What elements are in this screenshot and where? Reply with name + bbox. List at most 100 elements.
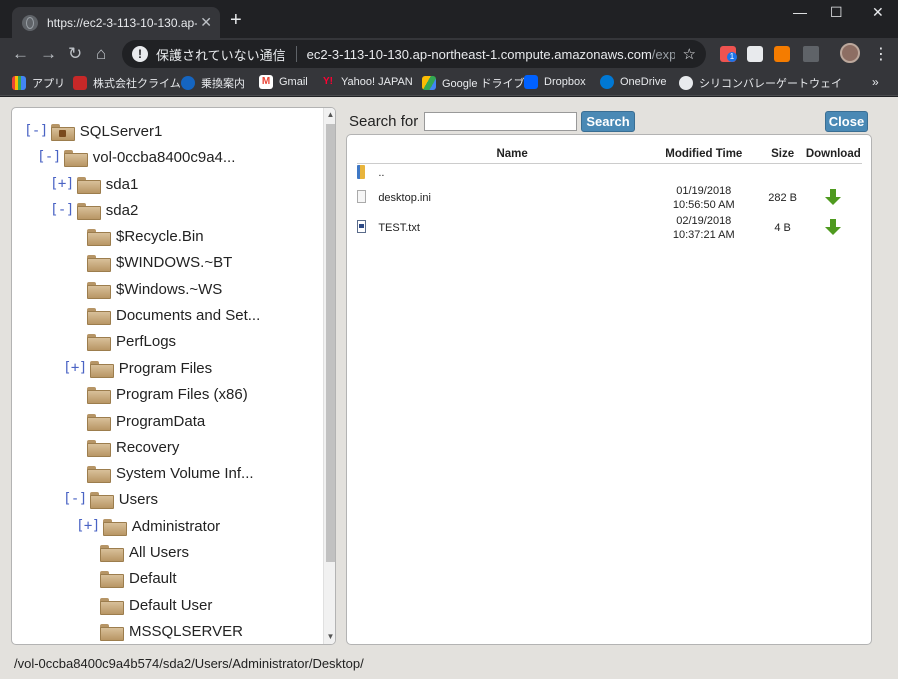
tree-node-label[interactable]: Users (119, 491, 158, 508)
download-arrow-icon[interactable] (825, 218, 842, 235)
tab-close-icon[interactable]: ✕ (200, 14, 212, 31)
bookmark-item[interactable]: M Gmail (259, 75, 308, 89)
bookmark-item[interactable]: Y! Yahoo! JAPAN (321, 75, 413, 89)
profile-avatar[interactable] (840, 43, 860, 63)
tree-node-label[interactable]: SQLServer1 (80, 123, 163, 140)
bookmark-item[interactable]: シリコンバレーゲートウェイ (679, 75, 842, 91)
tree-node[interactable]: Default User (100, 594, 212, 616)
column-header-name[interactable]: Name (378, 145, 647, 164)
globe-icon (22, 14, 38, 31)
tree-node[interactable]: [+] Program Files (63, 357, 212, 379)
tree-node[interactable]: $WINDOWS.~BT (87, 251, 232, 273)
maximize-button[interactable]: ☐ (830, 4, 843, 21)
table-row[interactable]: .. (357, 163, 862, 183)
tree-node-label[interactable]: Administrator (132, 518, 220, 535)
window-close-button[interactable]: ✕ (872, 4, 884, 21)
tree-node-label[interactable]: ProgramData (116, 413, 205, 430)
file-name[interactable]: TEST.txt (378, 213, 646, 243)
tree-node-label[interactable]: Recovery (116, 439, 179, 456)
tree-toggle[interactable]: [-] (24, 123, 48, 139)
reload-button[interactable]: ↻ (68, 44, 82, 64)
tree-toggle[interactable]: [-] (50, 202, 74, 218)
tree-node-label[interactable]: All Users (129, 544, 189, 561)
extension-badge-count: 1 (727, 52, 737, 62)
tree-node-label[interactable]: PerfLogs (116, 333, 176, 350)
tree-node-label[interactable]: System Volume Inf... (116, 465, 254, 482)
tree-node-label[interactable]: Default User (129, 597, 212, 614)
file-name[interactable]: .. (378, 163, 646, 183)
tree-toggle[interactable]: [-] (37, 149, 61, 165)
tree-node[interactable]: Program Files (x86) (87, 383, 248, 405)
new-tab-button[interactable]: + (230, 10, 242, 30)
security-label[interactable]: 保護されていない通信 (156, 45, 286, 64)
camera-icon[interactable] (803, 46, 819, 62)
extension-badge-icon[interactable]: 1 (720, 46, 737, 62)
tree-node[interactable]: All Users (100, 541, 189, 563)
tree-node[interactable]: ProgramData (87, 410, 205, 432)
address-bar[interactable]: ! 保護されていない通信 ec2-3-113-10-130.ap-northea… (122, 40, 706, 68)
tree-node-label[interactable]: Default (129, 570, 177, 587)
tree-node-label[interactable]: $Recycle.Bin (116, 228, 204, 245)
minimize-button[interactable]: — (793, 4, 807, 20)
column-header-size[interactable]: Size (761, 145, 805, 164)
browser-menu-icon[interactable]: ⋮ (873, 44, 889, 64)
extension-chart-icon[interactable] (774, 46, 790, 62)
tree-node-label[interactable]: $Windows.~WS (116, 281, 222, 298)
tree-node[interactable]: [+] Administrator (76, 515, 220, 537)
bookmark-item[interactable]: 株式会社クライム (73, 75, 181, 91)
bookmark-item[interactable]: 乗換案内 (181, 75, 245, 91)
tree-node[interactable]: [-] vol-0ccba8400c9a4... (37, 146, 235, 168)
scroll-up-arrow-icon[interactable]: ▲ (324, 108, 335, 122)
tree-node-label[interactable]: $WINDOWS.~BT (116, 254, 232, 271)
extension-note-icon[interactable] (747, 46, 763, 62)
tree-node[interactable]: Default (100, 567, 177, 589)
tree-node[interactable]: [+] sda1 (50, 173, 138, 195)
tree-node[interactable]: [-] Users (63, 488, 158, 510)
tree-toggle[interactable]: [-] (63, 491, 87, 507)
tree-node-label[interactable]: Documents and Set... (116, 307, 260, 324)
scroll-down-arrow-icon[interactable]: ▼ (324, 630, 335, 644)
folder-icon (87, 254, 111, 272)
folder-tree: [-] SQLServer1 [-] vol-0ccba8400c9a4... … (12, 108, 324, 644)
tree-node[interactable]: $Recycle.Bin (87, 225, 204, 247)
tree-scrollbar[interactable]: ▲ ▼ (323, 108, 335, 644)
tree-node[interactable]: Recovery (87, 436, 179, 458)
bookmarks-overflow-button[interactable]: » (872, 75, 879, 89)
download-arrow-icon[interactable] (825, 188, 842, 205)
bookmark-item[interactable]: Google ドライブ (422, 75, 525, 91)
folder-icon (87, 386, 111, 404)
search-button[interactable]: Search (581, 111, 635, 132)
tree-node-label[interactable]: MSSQLSERVER (129, 623, 243, 640)
tree-node-label[interactable]: sda2 (106, 202, 139, 219)
bookmark-item[interactable]: アプリ (12, 75, 65, 91)
forward-button[interactable]: → (40, 44, 57, 64)
scroll-thumb[interactable] (326, 124, 335, 562)
bookmark-item[interactable]: OneDrive (600, 75, 666, 89)
search-input[interactable] (424, 112, 577, 131)
tree-node[interactable]: MSSQLSERVER (100, 620, 243, 642)
file-name[interactable]: desktop.ini (378, 183, 646, 213)
tree-node[interactable]: Documents and Set... (87, 304, 260, 326)
tree-node[interactable]: PerfLogs (87, 330, 176, 352)
table-row[interactable]: TEST.txt 02/19/2018 10:37:21 AM 4 B (357, 213, 862, 243)
tree-toggle[interactable]: [+] (63, 360, 87, 376)
tree-node-label[interactable]: Program Files (119, 360, 212, 377)
tree-node[interactable]: $Windows.~WS (87, 278, 222, 300)
browser-tab[interactable]: https://ec2-3-113-10-130.ap-nor ✕ (12, 7, 220, 38)
home-button[interactable]: ⌂ (96, 44, 106, 64)
tree-node-label[interactable]: sda1 (106, 176, 139, 193)
bookmark-star-icon[interactable]: ☆ (683, 45, 696, 63)
table-row[interactable]: desktop.ini 01/19/2018 10:56:50 AM 282 B (357, 183, 862, 213)
bookmark-item[interactable]: Dropbox (524, 75, 586, 89)
tree-node-label[interactable]: vol-0ccba8400c9a4... (93, 149, 236, 166)
back-button[interactable]: ← (12, 44, 29, 64)
column-header-modified[interactable]: Modified Time (646, 145, 762, 164)
close-button[interactable]: Close (825, 111, 868, 132)
tree-node[interactable]: System Volume Inf... (87, 462, 254, 484)
tree-toggle[interactable]: [+] (50, 176, 74, 192)
tree-node[interactable]: [-] SQLServer1 (24, 120, 162, 142)
tree-node[interactable]: [-] sda2 (50, 199, 138, 221)
tree-node-label[interactable]: Program Files (x86) (116, 386, 248, 403)
url-text[interactable]: ec2-3-113-10-130.ap-northeast-1.compute.… (307, 47, 675, 62)
tree-toggle[interactable]: [+] (76, 518, 100, 534)
